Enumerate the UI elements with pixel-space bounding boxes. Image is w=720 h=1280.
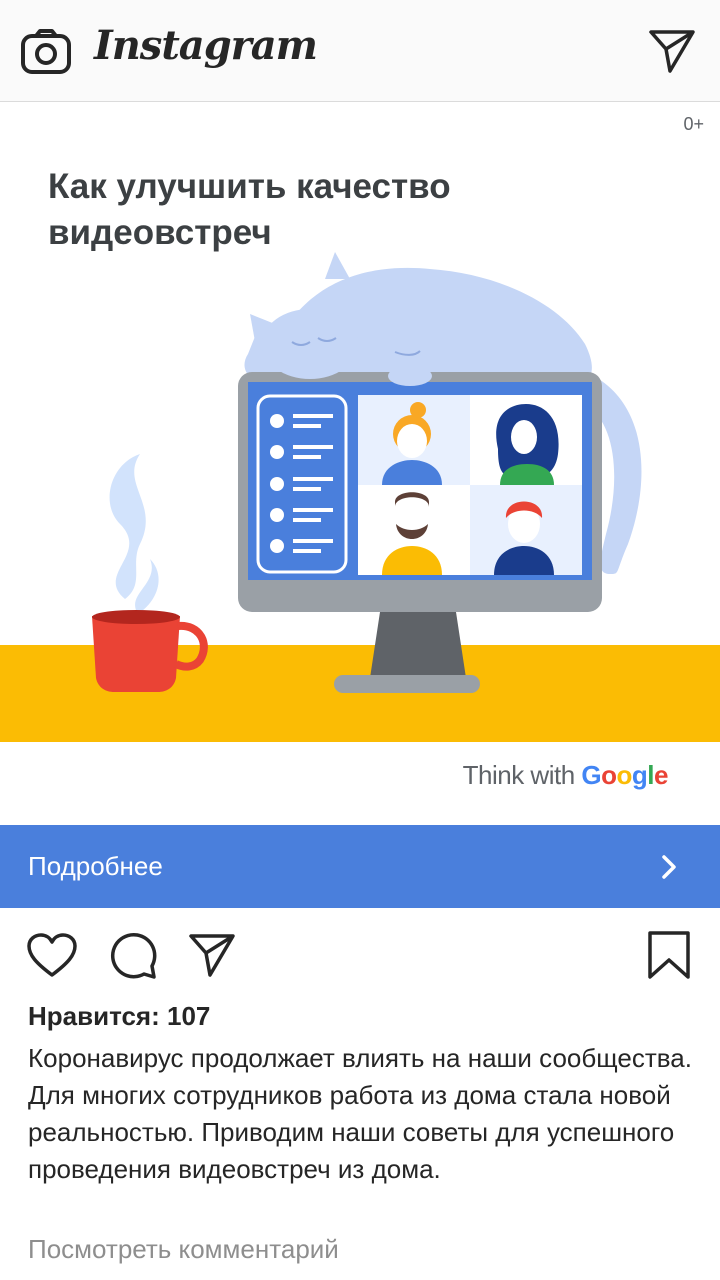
learn-more-label: Подробнее (28, 851, 163, 881)
comment-icon[interactable] (108, 932, 158, 980)
google-wordmark: Google (581, 760, 668, 790)
camera-icon[interactable] (20, 28, 72, 76)
post-caption: Коронавирус продолжает влиять на наши со… (28, 1043, 692, 1184)
logo-prefix: Think with (462, 760, 576, 790)
top-bar: Instagram (0, 0, 720, 102)
learn-more-button[interactable]: Подробнее (0, 825, 720, 908)
instagram-logo: Instagram (94, 22, 318, 69)
ad-headline: Как улучшить качество видеовстреч (48, 167, 451, 252)
likes-count[interactable]: Нравится: 107 (28, 1001, 210, 1032)
paper-plane-icon[interactable] (188, 932, 236, 978)
post-actions (0, 920, 720, 990)
heart-icon[interactable] (26, 932, 78, 978)
view-comments-link[interactable]: Посмотреть комментарий (28, 1234, 339, 1265)
ad-image[interactable]: 0+ Как улучшить качество видеовстреч Thi… (0, 104, 720, 824)
bookmark-icon[interactable] (646, 930, 692, 980)
paper-plane-icon[interactable] (648, 28, 696, 74)
chevron-right-icon (662, 855, 676, 879)
age-rating: 0+ (683, 114, 704, 134)
think-with-google-logo: Think with Google (462, 760, 669, 791)
